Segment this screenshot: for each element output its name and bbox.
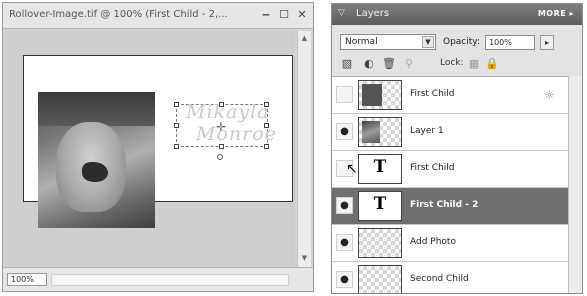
lock-transparency-icon[interactable]: ▦ xyxy=(467,57,481,71)
vertical-scrollbar[interactable]: ▲ ▼ xyxy=(297,31,311,267)
chevron-down-icon[interactable]: ▼ xyxy=(422,36,434,48)
layer-row[interactable]: ↖ T First Child xyxy=(332,151,568,188)
pointer-cursor-icon: ↖ xyxy=(346,161,358,177)
horizontal-scrollbar[interactable] xyxy=(51,274,289,286)
opacity-slider-arrow-icon[interactable]: ▸ xyxy=(540,35,554,50)
photo-hair xyxy=(38,92,155,126)
layers-panel: ▽ Layers MORE ▸ Normal ▼ Opacity: 100% ▸… xyxy=(331,3,583,294)
minimize-icon[interactable]: ‒ xyxy=(259,8,273,22)
text-t-icon: T xyxy=(373,157,387,177)
opacity-label: Opacity: xyxy=(443,37,480,47)
script-line-1: Mikayla xyxy=(186,101,270,123)
rotate-handle[interactable] xyxy=(217,154,223,160)
opacity-field[interactable]: 100% xyxy=(485,35,535,50)
blend-mode-value: Normal xyxy=(345,37,378,47)
layer-name: First Child xyxy=(410,89,455,99)
layer-style-icon[interactable]: ☼ xyxy=(544,88,555,102)
trash-icon[interactable]: 🗑 xyxy=(382,57,396,71)
layer-thumbnail xyxy=(358,80,402,110)
text-layer-thumbnail: T xyxy=(358,191,402,221)
script-line-2: Monroe xyxy=(196,123,277,145)
layer-row[interactable]: Add Photo xyxy=(332,225,568,262)
blend-mode-select[interactable]: Normal ▼ xyxy=(340,34,436,50)
layer-row[interactable]: Layer 1 xyxy=(332,114,568,151)
layer-thumbnail xyxy=(358,228,402,258)
eye-icon[interactable] xyxy=(336,123,353,140)
layer-name: Add Photo xyxy=(410,237,456,247)
layer-row[interactable]: Second Child xyxy=(332,262,568,293)
visibility-toggle[interactable] xyxy=(336,86,353,103)
lock-all-icon[interactable]: 🔒 xyxy=(485,57,499,71)
face-paint-butterfly xyxy=(82,162,108,182)
transform-handle[interactable] xyxy=(174,102,179,107)
layer-row-selected[interactable]: T First Child - 2 xyxy=(332,188,568,225)
eye-icon[interactable] xyxy=(336,271,353,288)
text-layer-thumbnail: T xyxy=(358,154,402,184)
panel-title: Layers xyxy=(356,8,390,19)
new-layer-icon[interactable]: ▧ xyxy=(340,57,354,71)
more-menu-button[interactable]: MORE ▸ xyxy=(538,9,574,18)
text-t-icon: T xyxy=(373,194,387,214)
scroll-up-icon[interactable]: ▲ xyxy=(299,33,310,44)
layer-name: First Child - 2 xyxy=(410,200,479,210)
move-cross-icon: ✛ xyxy=(216,120,227,134)
canvas-script-text[interactable]: Mikayla Monroe xyxy=(186,101,277,145)
layer-thumbnail xyxy=(358,265,402,293)
restore-icon[interactable]: ☐ xyxy=(277,8,291,22)
eye-icon[interactable] xyxy=(336,197,353,214)
layer-thumbnail xyxy=(358,117,402,147)
document-statusbar: 100% xyxy=(3,267,313,291)
link-icon[interactable]: ⚲ xyxy=(402,57,416,71)
layer-name: Second Child xyxy=(410,274,469,284)
child-photo xyxy=(38,92,155,228)
document-titlebar[interactable]: Rollover-Image.tif @ 100% (First Child -… xyxy=(3,3,313,29)
document-title: Rollover-Image.tif @ 100% (First Child -… xyxy=(9,9,228,20)
scroll-down-icon[interactable]: ▼ xyxy=(299,253,310,264)
layer-list: First Child ☼ Layer 1 ↖ T First Child T … xyxy=(332,76,568,293)
transform-handle[interactable] xyxy=(174,144,179,149)
layers-scrollbar[interactable] xyxy=(568,76,582,293)
adjustment-layer-icon[interactable]: ◐ xyxy=(362,57,376,71)
close-icon[interactable]: ✕ xyxy=(295,8,309,22)
document-window: Rollover-Image.tif @ 100% (First Child -… xyxy=(2,2,314,292)
collapse-triangle-icon[interactable]: ▽ xyxy=(338,8,345,18)
eye-icon[interactable] xyxy=(336,234,353,251)
zoom-field[interactable]: 100% xyxy=(7,273,47,286)
panel-header[interactable]: ▽ Layers MORE ▸ xyxy=(332,4,582,25)
lock-label: Lock: xyxy=(440,58,464,68)
layer-name: First Child xyxy=(410,163,455,173)
layer-name: Layer 1 xyxy=(410,126,444,136)
layer-row[interactable]: First Child ☼ xyxy=(332,77,568,114)
transform-handle[interactable] xyxy=(174,123,179,128)
